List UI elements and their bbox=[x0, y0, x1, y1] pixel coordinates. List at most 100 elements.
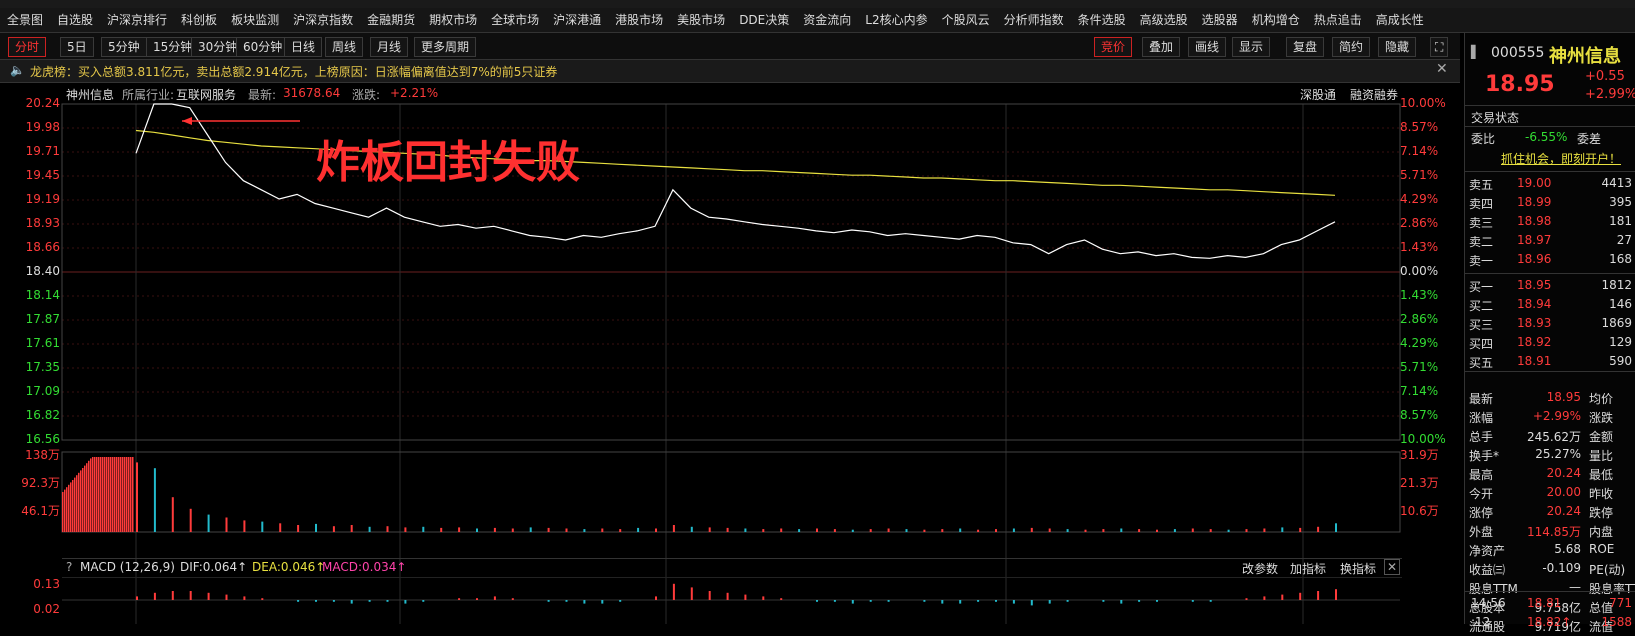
quote-panel: ▌ 000555 神州信息 18.95 +0.55 +2.99% 交易状态 委比… bbox=[1464, 33, 1635, 634]
volume-bar bbox=[279, 523, 282, 532]
macd-bar bbox=[1317, 591, 1320, 600]
auction-volume-bar bbox=[64, 489, 66, 532]
stat-value: 20.24 bbox=[1546, 504, 1581, 518]
annotation-text: 炸板回封失败 bbox=[316, 137, 580, 188]
price-tick-11: 17.35 bbox=[25, 360, 60, 374]
volume-bar bbox=[690, 526, 693, 532]
ask-label: 卖一 bbox=[1469, 254, 1494, 268]
ask-row: 卖一 18.96 168 bbox=[1465, 251, 1635, 270]
macd-close-icon[interactable]: ✕ bbox=[1384, 559, 1401, 575]
volume-bar bbox=[422, 526, 425, 532]
auction-volume-bar bbox=[76, 475, 78, 532]
help-icon[interactable]: ? bbox=[66, 560, 72, 574]
macd-bar bbox=[1156, 600, 1158, 602]
ask-label: 卖二 bbox=[1469, 235, 1494, 249]
auction-volume-bar bbox=[70, 482, 72, 532]
macd-bar bbox=[1048, 600, 1051, 604]
pct-tick-9: 2.86% bbox=[1400, 312, 1439, 326]
pct-tick-2: 7.14% bbox=[1400, 144, 1439, 158]
price-tick-4: 19.19 bbox=[25, 192, 60, 206]
auction-volume-bar bbox=[72, 480, 74, 532]
stat-label: 收益㈢ bbox=[1469, 563, 1506, 577]
ask-label: 卖五 bbox=[1469, 178, 1494, 192]
pct-tick-4: 4.29% bbox=[1400, 192, 1439, 206]
stat-label-right: 量比 bbox=[1589, 449, 1614, 463]
volume-bar bbox=[887, 528, 890, 532]
volume-tick-left-2: 46.1万 bbox=[21, 504, 60, 518]
macd-bar bbox=[511, 598, 514, 600]
promo-link[interactable]: 抓住机会，即刻开户！ bbox=[1501, 150, 1621, 167]
macd-bar bbox=[816, 600, 818, 602]
stat-value: 245.62万 bbox=[1527, 430, 1581, 444]
macd-bar bbox=[1030, 600, 1033, 606]
stat-label-right: 金额 bbox=[1589, 430, 1614, 444]
volume-bar bbox=[261, 521, 264, 532]
tick-time: :12 bbox=[1471, 615, 1491, 629]
stat-label-right: 内盘 bbox=[1589, 525, 1614, 539]
panel-divider bbox=[1465, 105, 1635, 106]
chart-grid bbox=[61, 103, 1401, 624]
auction-volume-bar bbox=[124, 457, 126, 532]
auction-volume-bar bbox=[116, 457, 118, 532]
auction-volume-bar bbox=[68, 484, 70, 532]
auction-volume-bar bbox=[128, 457, 130, 532]
volume-bar bbox=[905, 529, 908, 532]
macd-bar bbox=[959, 600, 962, 604]
ask-price: 18.96 bbox=[1517, 252, 1552, 266]
stat-label: 净资产 bbox=[1469, 544, 1506, 558]
volume-bar bbox=[1227, 529, 1230, 532]
annotation-arrow-head bbox=[182, 117, 192, 125]
macd-bar bbox=[1299, 592, 1302, 600]
macd-label: MACD (12,26,9) bbox=[80, 560, 175, 574]
macd-bar bbox=[207, 592, 210, 600]
stat-label: 外盘 bbox=[1469, 525, 1494, 539]
volume-bar bbox=[851, 529, 854, 532]
macd-bar bbox=[726, 592, 729, 600]
macd-bar bbox=[601, 600, 604, 604]
tick-price: 18.82↑ bbox=[1527, 615, 1572, 629]
stat-value: 18.95 bbox=[1546, 390, 1581, 404]
ask-volume: 27 bbox=[1616, 233, 1632, 247]
volume-bar bbox=[833, 529, 836, 532]
macd-bar bbox=[476, 598, 478, 600]
stat-label: 换手* bbox=[1469, 449, 1500, 463]
bid-volume: 1812 bbox=[1601, 278, 1632, 292]
macd-bar bbox=[1281, 594, 1284, 600]
macd-bar bbox=[386, 600, 389, 602]
stock-pct: +2.99% bbox=[1585, 87, 1635, 102]
price-chart bbox=[61, 103, 1401, 624]
auction-volume-bar bbox=[104, 457, 106, 532]
tick-volume: 771 bbox=[1609, 596, 1632, 610]
macd-bar bbox=[1120, 600, 1123, 604]
auction-volume-bar bbox=[102, 457, 104, 532]
stat-label-right: 最低 bbox=[1589, 468, 1614, 482]
ask-volume: 168 bbox=[1609, 252, 1632, 266]
volume-bar bbox=[816, 528, 818, 532]
auction-volume-bar bbox=[78, 472, 80, 532]
volume-bar bbox=[977, 529, 980, 532]
macd-change-params[interactable]: 改参数 bbox=[1242, 560, 1278, 577]
volume-bar bbox=[1335, 523, 1337, 532]
stat-label: 总手 bbox=[1469, 430, 1494, 444]
volume-bar bbox=[672, 525, 675, 532]
auction-volume-bar bbox=[80, 470, 82, 532]
tick-price: 18.81 bbox=[1527, 596, 1562, 610]
trade-status: 交易状态 bbox=[1471, 111, 1520, 125]
stat-value: 20.00 bbox=[1546, 485, 1581, 499]
stat-label-right: 均价 bbox=[1589, 392, 1614, 406]
price-tick-7: 18.40 bbox=[25, 264, 60, 278]
macd-switch-indicator[interactable]: 换指标 bbox=[1340, 560, 1376, 577]
collapse-icon[interactable]: ▌ bbox=[1471, 45, 1480, 59]
panel-divider bbox=[1465, 371, 1635, 372]
macd-bar bbox=[261, 598, 264, 600]
stats-row: 净资产 5.68 ROE bbox=[1465, 541, 1635, 560]
volume-bar bbox=[493, 527, 496, 532]
ask-price: 18.99 bbox=[1517, 195, 1552, 209]
macd-bar bbox=[243, 596, 246, 600]
price-tick-10: 17.61 bbox=[25, 336, 60, 350]
volume-bar bbox=[744, 528, 747, 532]
macd-bar bbox=[1245, 598, 1248, 600]
macd-add-indicator[interactable]: 加指标 bbox=[1290, 560, 1326, 577]
stat-label: 最新 bbox=[1469, 392, 1494, 406]
pct-tick-11: 5.71% bbox=[1400, 360, 1439, 374]
